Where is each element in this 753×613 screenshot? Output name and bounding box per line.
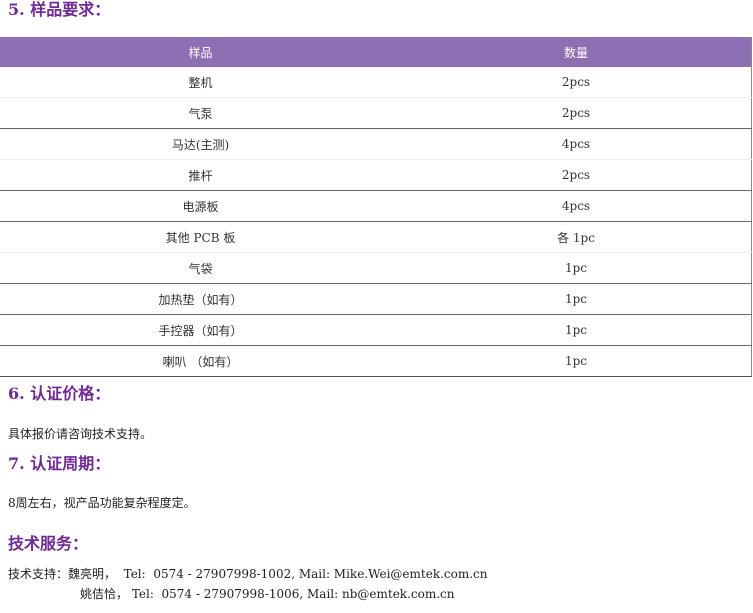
header-item: 样品 bbox=[0, 37, 401, 67]
table-row: 电源板 4pcs bbox=[0, 190, 752, 222]
table-row: 推杆 2pcs bbox=[0, 159, 752, 191]
table-row: 气泵 2pcs bbox=[0, 97, 752, 129]
section-title-period: 7. 认证周期： bbox=[8, 454, 111, 473]
table-row: 加热垫（如有） 1pc bbox=[0, 283, 752, 315]
period-description: 8周左右，视产品功能复杂程度定。 bbox=[8, 496, 196, 510]
row-item: 气袋 bbox=[0, 252, 401, 284]
row-qty: 1pc bbox=[401, 283, 752, 315]
contact-line-primary: 技术支持：魏亮明， Tel: 0574 - 27907998-1002, Mai… bbox=[8, 567, 488, 581]
row-item: 电源板 bbox=[0, 190, 401, 222]
table-row: 手控器（如有） 1pc bbox=[0, 314, 752, 346]
row-qty: 1pc bbox=[401, 314, 752, 346]
price-description: 具体报价请咨询技术支持。 bbox=[8, 427, 153, 441]
table-row: 其他 PCB 板 各 1pc bbox=[0, 221, 752, 253]
section-title-service: 技术服务： bbox=[8, 534, 89, 553]
row-qty: 2pcs bbox=[401, 159, 752, 191]
table-row: 气袋 1pc bbox=[0, 252, 752, 284]
row-qty: 4pcs bbox=[401, 128, 752, 160]
samples-table: 样品 数量 整机 2pcs 气泵 2pcs 马达(主测) 4pcs 推杆 2pc… bbox=[0, 37, 752, 377]
row-qty: 1pc bbox=[401, 252, 752, 284]
row-qty: 1pc bbox=[401, 345, 752, 377]
row-item: 气泵 bbox=[0, 97, 401, 129]
row-qty: 4pcs bbox=[401, 190, 752, 222]
row-item: 整机 bbox=[188, 75, 213, 90]
row-item: 马达(主测) bbox=[0, 128, 401, 160]
row-item: 其他 PCB 板 bbox=[0, 221, 401, 253]
contact-line-secondary: 姚佶恰， Tel: 0574 - 27907998-1006, Mail: nb… bbox=[80, 587, 455, 601]
row-item: 手控器（如有） bbox=[0, 314, 401, 346]
row-qty: 2pcs bbox=[561, 75, 591, 89]
row-item: 加热垫（如有） bbox=[0, 283, 401, 315]
section-title-samples: 5. 样品要求： bbox=[8, 0, 111, 19]
section-title-price: 6. 认证价格： bbox=[8, 384, 111, 403]
row-qty: 2pcs bbox=[401, 97, 752, 129]
table-row: 马达(主测) 4pcs bbox=[0, 128, 752, 160]
row-item: 推杆 bbox=[0, 159, 401, 191]
row-qty: 各 1pc bbox=[401, 221, 752, 253]
header-qty: 数量 bbox=[401, 37, 752, 67]
table-row: 整机 2pcs bbox=[0, 67, 752, 98]
row-item: 喇叭 （如有） bbox=[0, 345, 401, 377]
table-header-row: 样品 数量 bbox=[0, 37, 752, 67]
table-row: 喇叭 （如有） 1pc bbox=[0, 345, 752, 377]
